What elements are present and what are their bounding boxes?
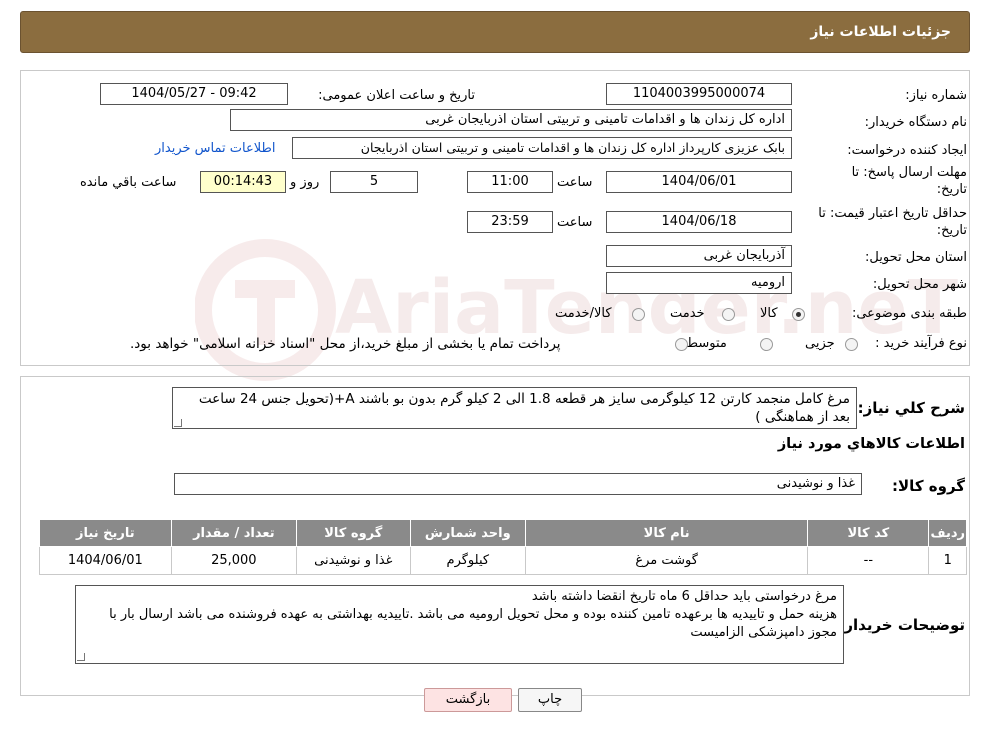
buyer-contact-link[interactable]: اطلاعات تماس خریدار [155,141,275,156]
cell-unit: کیلوگرم [409,546,527,575]
category-label: طبقه بندی موضوعی: [851,306,967,321]
print-button[interactable]: چاپ [518,688,582,712]
buyer-notes-line-1: مرغ درخواستی باید حداقل 6 ماه تاریخ انقض… [531,589,837,604]
back-button[interactable]: بازگشت [424,688,512,712]
remaining-time-label: ساعت باقي مانده [80,175,177,190]
validity-date-field: 1404/06/18 [606,211,792,233]
validity-label-line1: حداقل تاریخ اعتبار قیمت: تا [818,206,967,221]
need-number-field: 1104003995000074 [606,83,792,105]
col-header-goods-group: گروه کالا [296,519,411,547]
city-label: شهر محل تحویل: [872,277,967,292]
days-label: روز و [290,175,320,190]
summary-textarea[interactable]: مرغ کامل منجمد کارتن 12 کیلوگرمی سایز هر… [172,387,857,429]
col-header-row-number: رديف [928,519,967,547]
buyer-notes-textarea[interactable]: مرغ درخواستی باید حداقل 6 ماه تاریخ انقض… [75,585,844,664]
items-table-header-row: رديف کد کالا نام کالا واحد شمارش گروه کا… [39,519,967,547]
items-section-title: اطلاعات كالاهاي مورد نياز [777,436,965,452]
summary-resize-grip-icon[interactable] [174,419,182,427]
province-label: استان محل تحویل: [865,250,967,265]
page-title: جزئیات اطلاعات نیاز [810,24,951,40]
process-note: پرداخت تمام یا بخشی از مبلغ خرید،از محل … [130,336,561,352]
page-header: جزئیات اطلاعات نیاز [20,11,970,53]
process-radio-medium[interactable] [760,338,773,351]
category-radio-goods[interactable] [792,308,805,321]
process-option-partial: جزیی [805,336,835,351]
cell-need-date: 1404/06/01 [39,546,172,575]
announce-datetime-field: 1404/05/27 - 09:42 [100,83,288,105]
buyer-org-label: نام دستگاه خریدار: [864,115,967,130]
buyer-org-field: اداره کل زندان ها و اقدامات تامینی و ترب… [230,109,792,131]
cell-row-number: 1 [928,546,967,575]
validity-label-line2: تاریخ: [936,223,967,238]
items-table-wrapper: رديف کد کالا نام کالا واحد شمارش گروه کا… [39,519,967,575]
category-radio-service[interactable] [722,308,735,321]
remaining-time-field: 00:14:43 [200,171,286,193]
province-field: آذربایجان غربی [606,245,792,267]
col-header-goods-name: نام کالا [525,519,809,547]
remaining-days-field: 5 [330,171,418,193]
process-radio-treasury[interactable] [675,338,688,351]
process-option-medium: متوسط [686,336,727,351]
buyer-notes-label: توضیحات خریدار: [838,616,965,634]
buyer-notes-resize-grip-icon[interactable] [77,653,85,661]
validity-time-label: ساعت [557,215,593,230]
deadline-time-field: 11:00 [467,171,553,193]
need-number-label: شماره نیاز: [905,88,967,103]
city-field: ارومیه [606,272,792,294]
items-table: رديف کد کالا نام کالا واحد شمارش گروه کا… [39,519,967,575]
category-option-goods-service: کالا/خدمت [555,306,612,321]
col-header-need-date: تاریخ نیاز [39,519,172,547]
summary-label: شرح كلي نياز: [857,399,965,417]
category-radio-goods-service[interactable] [632,308,645,321]
deadline-label-line1: مهلت ارسال پاسخ: تا [851,165,967,180]
creator-field: بابک عزیزی کارپرداز اداره کل زندان ها و … [292,137,792,159]
buyer-notes-line-2: هزینه حمل و تاییدیه ها برعهده تامین کنند… [109,607,837,640]
cell-goods-group: غذا و نوشیدنی [296,546,411,575]
category-option-goods: کالا [760,306,778,321]
cell-goods-name: گوشت مرغ [525,546,809,575]
deadline-date-field: 1404/06/01 [606,171,792,193]
deadline-label-line2: تاریخ: [936,182,967,197]
col-header-unit: واحد شمارش [409,519,527,547]
col-header-goods-code: کد کالا [807,519,930,547]
announce-datetime-label: تاریخ و ساعت اعلان عمومی: [318,88,475,103]
table-row: 1 -- گوشت مرغ کیلوگرم غذا و نوشیدنی 25,0… [39,546,967,575]
goods-group-field: غذا و نوشیدنی [174,473,862,495]
category-option-service: خدمت [670,306,705,321]
validity-time-field: 23:59 [467,211,553,233]
col-header-quantity: تعداد / مقدار [170,519,298,547]
process-label: نوع فرآیند خرید : [875,336,967,351]
creator-label: ایجاد کننده درخواست: [847,143,967,158]
goods-group-label: گروه کالا: [892,477,965,495]
process-radio-partial[interactable] [845,338,858,351]
deadline-time-label: ساعت [557,175,593,190]
cell-quantity: 25,000 [170,546,298,575]
cell-goods-code: -- [807,546,930,575]
